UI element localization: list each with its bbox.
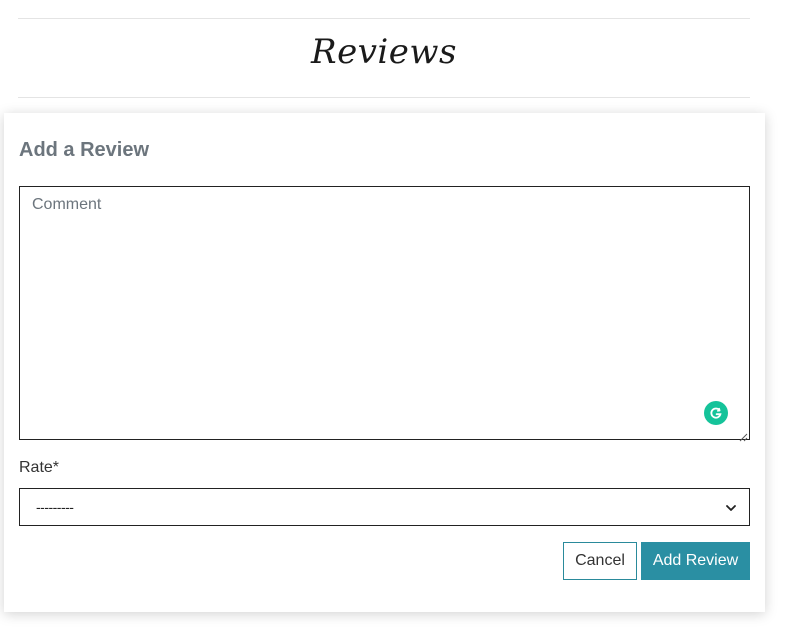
rate-selected-value: --------- (36, 499, 74, 515)
add-review-button[interactable]: Add Review (641, 542, 750, 580)
reviews-heading: Reviews (311, 32, 457, 72)
page: Reviews Add a Review Rate* --------- (0, 0, 802, 635)
resize-handle-icon[interactable] (739, 429, 748, 442)
add-review-card: Add a Review Rate* --------- (4, 113, 765, 612)
comment-field-wrapper (19, 186, 750, 442)
cancel-button[interactable]: Cancel (563, 542, 637, 580)
divider-bottom (18, 97, 750, 98)
divider-top (18, 18, 750, 19)
grammarly-icon[interactable] (704, 401, 728, 425)
rate-label: Rate* (19, 459, 60, 476)
rate-select[interactable]: --------- (19, 488, 750, 526)
chevron-down-icon (725, 501, 737, 513)
comment-textarea[interactable] (20, 187, 749, 439)
add-review-title: Add a Review (19, 139, 150, 161)
